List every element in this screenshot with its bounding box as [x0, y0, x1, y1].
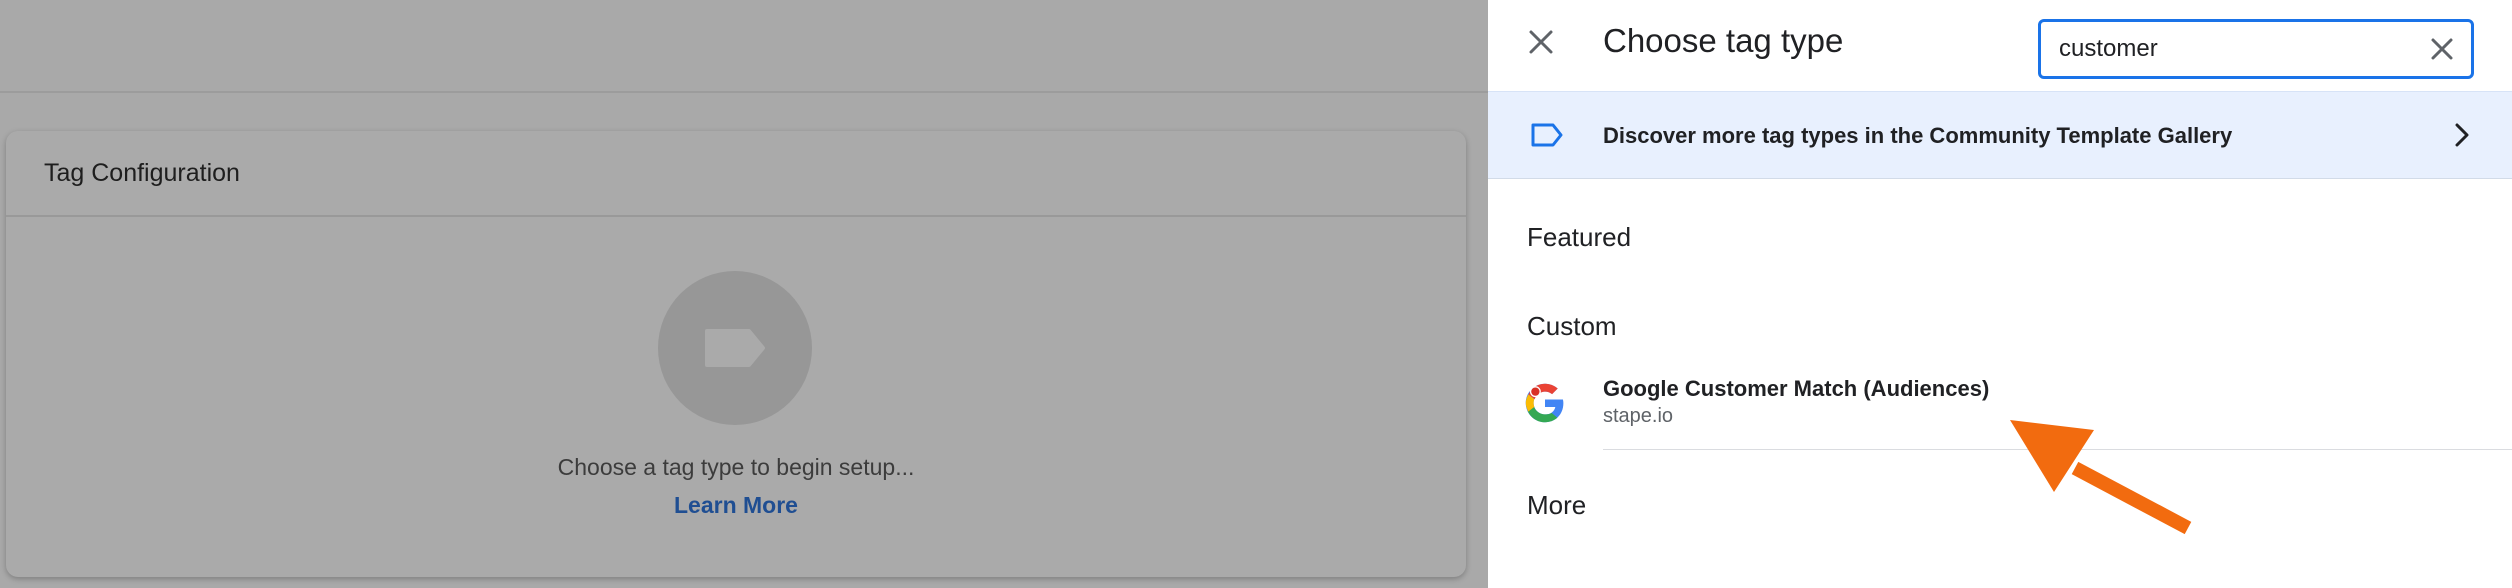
- tag-icon: [1531, 123, 1563, 147]
- section-featured: Featured: [1527, 222, 1632, 252]
- panel-title: Choose tag type: [1603, 22, 1844, 59]
- result-google-customer-match[interactable]: Google Customer Match (Audiences) stape.…: [1488, 362, 2512, 450]
- close-icon: [1529, 30, 1553, 54]
- card-hint-text: Choose a tag type to begin setup...: [557, 454, 915, 480]
- card-title: Tag Configuration: [6, 131, 1466, 217]
- panel-header: Choose tag type: [1488, 0, 2512, 91]
- search-field[interactable]: [2038, 19, 2474, 79]
- result-vendor: stape.io: [1603, 405, 1674, 427]
- community-gallery-label: Discover more tag types in the Community…: [1603, 123, 2233, 148]
- choose-tag-type-panel: Choose tag type Discover more tag types …: [1488, 0, 2512, 588]
- tag-placeholder-button[interactable]: [658, 271, 812, 425]
- background-topbar: [0, 0, 1488, 93]
- close-button[interactable]: [1521, 22, 1561, 62]
- tag-icon: [705, 329, 765, 367]
- section-custom: Custom: [1527, 311, 1617, 341]
- chevron-right-icon: [2455, 123, 2469, 147]
- result-divider: [1603, 449, 2512, 450]
- result-name: Google Customer Match (Audiences): [1603, 376, 1990, 401]
- tag-configuration-card: Tag Configuration Choose a tag type to b…: [6, 131, 1466, 577]
- section-more: More: [1527, 490, 1587, 520]
- search-input[interactable]: [2059, 34, 2399, 64]
- clear-search-button[interactable]: [2427, 34, 2457, 64]
- clear-search-icon: [2431, 38, 2453, 60]
- learn-more-link[interactable]: Learn More: [6, 492, 1466, 519]
- background-page: Tag Configuration Choose a tag type to b…: [0, 0, 1488, 588]
- community-gallery-banner[interactable]: Discover more tag types in the Community…: [1488, 91, 2512, 179]
- google-g-logo: [1525, 383, 1564, 423]
